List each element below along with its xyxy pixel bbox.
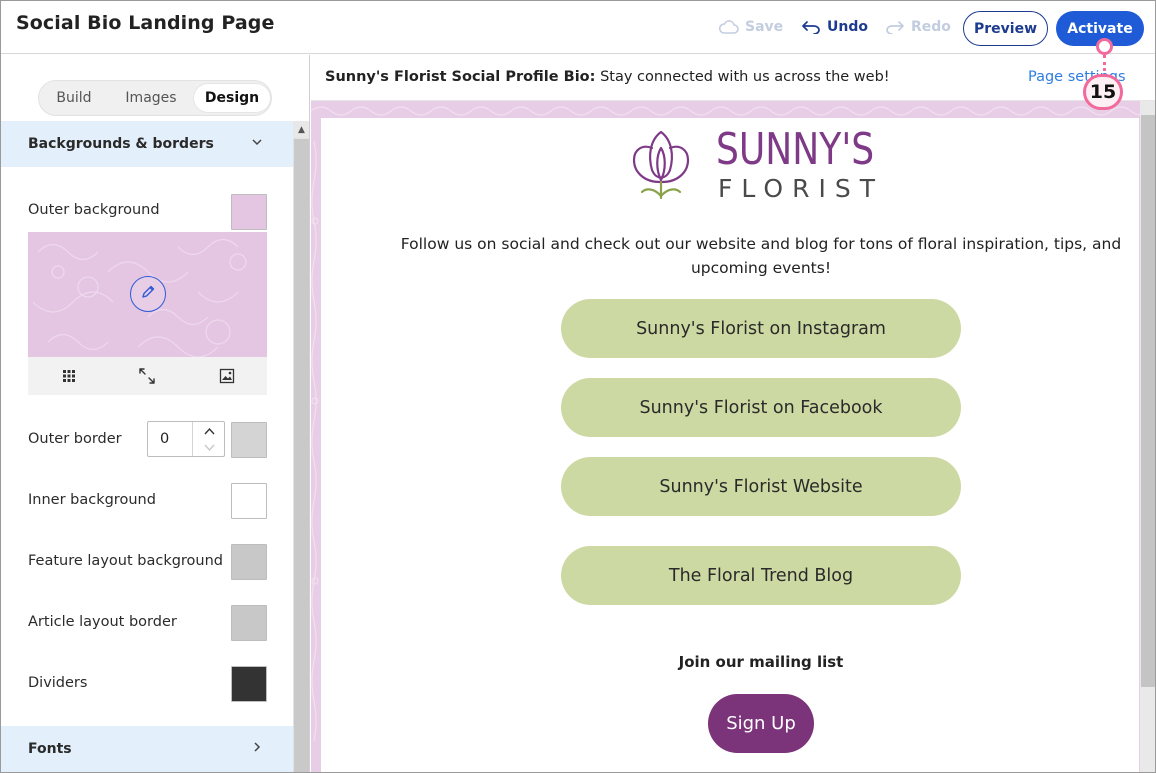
expand-icon[interactable] [138,367,156,385]
edit-background-button[interactable] [130,276,166,312]
chevron-down-icon [251,136,263,152]
logo-line-2: FLORIST [718,174,884,203]
outer-background-image [28,232,267,357]
article-layout-border-label: Article layout border [28,614,177,630]
logo-line-1: SUNNY'S [716,124,875,175]
image-toolbar [28,357,267,395]
preview-scrollbar-thumb[interactable] [1141,115,1155,687]
article-layout-border-swatch[interactable] [231,605,267,641]
undo-button[interactable]: Undo [801,19,868,35]
design-sidebar: Build Images Design ▲ Backgrounds & bord… [1,55,310,772]
app-window: Social Bio Landing Page Save Undo Redo P… [0,0,1156,773]
sign-up-button[interactable]: Sign Up [708,694,814,753]
outer-border-color-swatch[interactable] [231,422,267,458]
sidebar-tabs: Build Images Design [38,80,272,116]
dividers-label: Dividers [28,675,88,691]
page-title: Social Bio Landing Page [16,12,275,34]
stepper-arrows [192,422,225,456]
mailing-list-heading: Join our mailing list [678,653,844,671]
redo-button[interactable]: Redo [885,19,951,35]
tab-design[interactable]: Design [194,84,270,112]
inner-background-label: Inner background [28,492,156,508]
tulip-icon [632,130,690,200]
top-bar: Social Bio Landing Page Save Undo Redo P… [1,1,1155,54]
website-link-button[interactable]: Sunny's Florist Website [561,457,961,516]
increment-arrow-icon[interactable] [193,422,226,439]
callout-number: 15 [1083,74,1123,110]
section-backgrounds-borders[interactable]: Backgrounds & borders [1,121,293,167]
page-info-title: Sunny's Florist Social Profile Bio: Stay… [325,69,890,85]
outer-background-preview: SUNNY'S FLORIST Follow us on social and … [311,101,1155,772]
dividers-swatch[interactable] [231,666,267,702]
page-info-bar: Sunny's Florist Social Profile Bio: Stay… [311,55,1155,101]
tab-build[interactable]: Build [45,84,103,112]
image-fit-icon[interactable] [218,367,236,385]
intro-text: Follow us on social and check out our we… [400,235,1122,277]
inner-content: SUNNY'S FLORIST Follow us on social and … [321,118,1139,772]
outer-background-label: Outer background [28,202,160,218]
section-title: Backgrounds & borders [28,136,214,152]
callout-marker [1096,38,1113,55]
page-name: Sunny's Florist Social Profile Bio: [325,69,596,85]
inner-background-swatch[interactable] [231,483,267,519]
outer-background-swatch[interactable] [231,194,267,230]
outer-border-value: 0 [160,431,170,447]
feature-layout-background-label: Feature layout background [28,553,224,569]
section-title: Fonts [28,741,72,757]
instagram-link-button[interactable]: Sunny's Florist on Instagram [561,299,961,358]
redo-icon [885,20,905,34]
section-fonts[interactable]: Fonts [1,726,293,772]
undo-label: Undo [827,19,868,35]
preview-button[interactable]: Preview [963,11,1048,46]
tab-images[interactable]: Images [115,84,187,112]
scroll-up-arrow-icon[interactable]: ▲ [293,121,309,138]
decrement-arrow-icon[interactable] [193,439,226,456]
brand-logo: SUNNY'S FLORIST [626,126,896,206]
save-button[interactable]: Save [719,19,783,35]
sidebar-scrollbar-thumb[interactable] [294,139,309,772]
cloud-icon [719,20,739,34]
grid-icon[interactable] [60,367,78,385]
preview-area: Sunny's Florist Social Profile Bio: Stay… [311,55,1155,772]
blog-link-button[interactable]: The Floral Trend Blog [561,546,961,605]
pencil-icon [140,284,156,304]
chevron-right-icon [251,741,263,757]
page-description: Stay connected with us across the web! [600,69,890,85]
outer-border-stepper[interactable]: 0 [147,421,225,457]
redo-label: Redo [911,19,951,35]
save-label: Save [745,19,784,35]
undo-icon [801,20,821,34]
facebook-link-button[interactable]: Sunny's Florist on Facebook [561,378,961,437]
outer-border-label: Outer border [28,431,122,447]
feature-layout-background-swatch[interactable] [231,544,267,580]
